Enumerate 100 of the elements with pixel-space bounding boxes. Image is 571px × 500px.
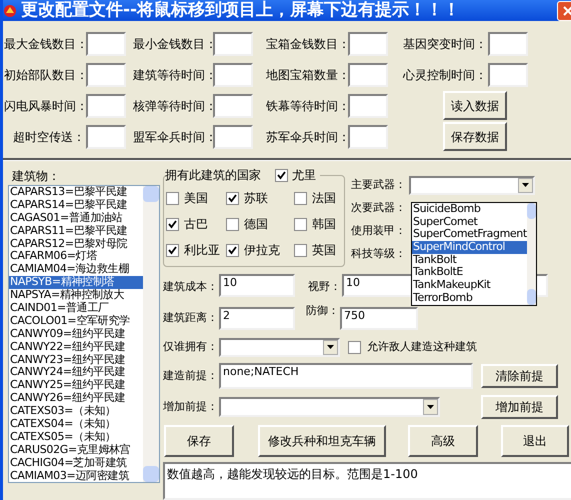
group-title: 拥有此建筑的国家 xyxy=(165,166,261,184)
list-item[interactable]: CANWY24=纽约平民建 xyxy=(9,366,143,380)
field-label: 允许敌人建造这种建筑 xyxy=(367,338,477,355)
checkbox[interactable] xyxy=(294,192,307,204)
button[interactable]: 退出 xyxy=(501,425,569,457)
combo-box[interactable] xyxy=(219,338,340,356)
button[interactable]: 修改兵种和坦克车辆 xyxy=(258,425,386,457)
dropdown-item[interactable]: SuperComet xyxy=(412,216,527,228)
dropdown-item[interactable]: TankMakeupKit xyxy=(412,279,527,292)
input-field[interactable] xyxy=(348,94,388,118)
button[interactable]: 高级 xyxy=(408,425,478,457)
button[interactable]: 读入数据 xyxy=(443,91,507,120)
checkbox[interactable] xyxy=(226,192,239,204)
list-item[interactable]: CATEXS05=（未知） xyxy=(9,430,143,444)
field-label: 建筑距离： xyxy=(163,310,219,326)
checkbox[interactable] xyxy=(226,244,239,256)
checkbox[interactable] xyxy=(275,168,288,182)
list-item[interactable]: CACHIG04=芝加哥建筑 xyxy=(9,456,143,470)
field-label: 基因突变时间： xyxy=(402,36,488,53)
list-item[interactable]: CAPARS11=巴黎平民建 xyxy=(9,224,143,238)
scrollbar[interactable] xyxy=(526,203,536,305)
checkbox[interactable] xyxy=(348,340,361,354)
input-field[interactable] xyxy=(213,124,253,149)
dropdown-item[interactable]: TankBolt xyxy=(412,254,527,266)
input-field[interactable] xyxy=(213,62,253,87)
list-item[interactable]: CATEXS04=（未知） xyxy=(9,418,143,431)
checkbox[interactable] xyxy=(166,218,179,230)
button[interactable]: 保存 xyxy=(164,425,234,457)
list-item[interactable]: CAMIAM03=迈阿密建筑 xyxy=(9,470,143,482)
list-item[interactable]: CANWY26=纽约平民建 xyxy=(9,392,143,406)
hint-box: 数值越高，越能发现较远的目标。范围是1-100 xyxy=(163,462,571,500)
checkbox[interactable] xyxy=(294,218,307,230)
field-label: 视野： xyxy=(308,278,342,295)
input-field[interactable]: none;NATECH xyxy=(219,363,473,389)
field-label: 地图宝箱数量： xyxy=(266,66,348,84)
field-label: 主要武器： xyxy=(351,176,407,193)
list-item[interactable]: CANWY22=纽约平民建 xyxy=(9,340,143,354)
list-item[interactable]: CAMIAM04=海边救生棚 xyxy=(9,263,143,276)
checkbox-label: 伊拉克 xyxy=(244,242,280,259)
list-item[interactable]: CAIND01=普通工厂 xyxy=(9,302,143,315)
input-field[interactable]: 750 xyxy=(340,306,418,330)
checkbox-label: 利比亚 xyxy=(184,242,220,259)
list-item[interactable]: CARUS02G=克里姆林宫 xyxy=(9,444,143,457)
input-field[interactable] xyxy=(488,62,528,87)
list-item[interactable]: CAGAS01=普通加油站 xyxy=(9,212,143,225)
checkbox-label: 英国 xyxy=(312,242,336,259)
caret-icon xyxy=(327,345,334,349)
input-field[interactable]: 2 xyxy=(219,306,295,330)
input-field[interactable] xyxy=(348,62,388,87)
list-item[interactable]: CAPARS12=巴黎对母院 xyxy=(9,238,143,250)
list-item[interactable]: NAPSYA=精神控制放大 xyxy=(9,289,143,302)
combo-box[interactable] xyxy=(219,397,440,417)
field-label: 建筑成本： xyxy=(163,278,219,295)
field-label: 心灵控制时间： xyxy=(402,66,488,84)
field-label: 初始部队数目： xyxy=(4,66,86,84)
input-field[interactable]: 10 xyxy=(219,274,295,297)
button[interactable]: 清除前提 xyxy=(481,364,558,388)
input-field[interactable] xyxy=(488,32,528,56)
building-list[interactable] xyxy=(8,185,160,483)
button[interactable]: 增加前提 xyxy=(481,395,558,419)
input-field[interactable] xyxy=(348,32,388,56)
dropdown-item[interactable]: TankBoltE xyxy=(412,266,527,280)
list-item[interactable]: CAPARS13=巴黎平民建 xyxy=(9,186,143,199)
weapon-dropdown-list[interactable]: SuicideBomb SuperComet SuperCometFragment SuperMindControl TankBolt TankBoltE TankMakeupKit TerrorBomb xyxy=(411,202,537,306)
input-field[interactable] xyxy=(348,124,388,149)
field-label: 宝箱金钱数目： xyxy=(266,36,348,53)
checkbox[interactable] xyxy=(226,218,239,230)
list-item[interactable]: NAPSYB=精神控制塔 xyxy=(9,276,143,290)
list-item[interactable]: CATEXS03=（未知） xyxy=(9,405,143,418)
list-item[interactable]: CACOLO01=空军研究学 xyxy=(9,314,143,328)
list-item[interactable]: CANWY09=纽约平民建 xyxy=(9,328,143,341)
field-label: 核弹等待时间： xyxy=(133,98,213,115)
list-item[interactable]: CAPARS14=巴黎平民建 xyxy=(9,198,143,212)
checkbox[interactable] xyxy=(166,192,179,204)
field-label: 闪电风暴时间： xyxy=(4,98,86,115)
input-field[interactable] xyxy=(86,62,126,87)
list-item[interactable]: CANWY25=纽约平民建 xyxy=(9,379,143,392)
dropdown-item[interactable]: SuperMindControl xyxy=(412,241,527,254)
input-field[interactable] xyxy=(86,124,126,149)
combo-box[interactable] xyxy=(409,176,535,194)
checkbox-label: 德国 xyxy=(244,216,268,233)
checkbox-label: 古巴 xyxy=(184,216,208,233)
input-field[interactable] xyxy=(213,32,253,56)
input-field[interactable] xyxy=(213,94,253,118)
window-title: 更改配置文件--将鼠标移到项目上，屏幕下边有提示！！！ xyxy=(21,2,460,20)
dropdown-item[interactable]: SuicideBomb xyxy=(412,203,527,216)
dropdown-item[interactable]: TerrorBomb xyxy=(412,292,527,304)
checkbox-label: 法国 xyxy=(312,190,336,207)
close-icon xyxy=(563,6,571,16)
button[interactable]: 保存数据 xyxy=(443,122,507,152)
field-label: 增加前提： xyxy=(163,398,219,415)
checkbox[interactable] xyxy=(294,244,307,256)
scrollbar[interactable] xyxy=(143,186,159,482)
dropdown-item[interactable]: SuperCometFragment xyxy=(412,228,527,242)
input-field[interactable] xyxy=(86,32,126,56)
list-item[interactable]: CANWY23=纽约平民建 xyxy=(9,354,143,366)
input-field[interactable] xyxy=(86,94,126,118)
checkbox[interactable] xyxy=(166,244,179,256)
list-item[interactable]: CAFARM06=灯塔 xyxy=(9,250,143,264)
field-label: 次要武器： xyxy=(351,200,407,216)
